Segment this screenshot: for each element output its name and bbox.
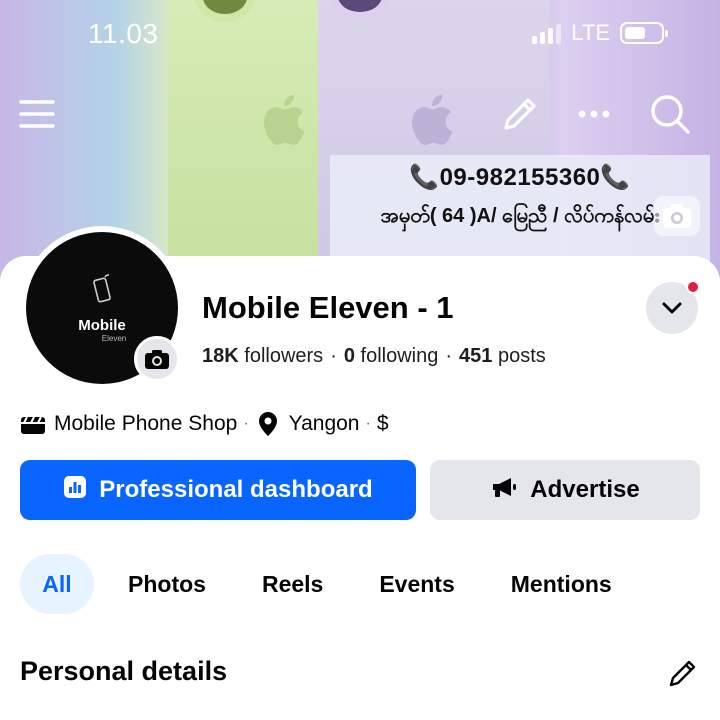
promo-address: အမှတ်( 64 )A/ မြေညီ / လိပ်ကန်လမ်း [380,205,660,227]
camera-icon [663,204,691,228]
more-icon[interactable] [574,92,618,136]
posts-stat[interactable]: 451 posts [459,345,546,367]
cover-promo-banner: 📞09-982155360📞 အမှတ်( 64 )A/ မြေညီ / လိပ… [330,155,710,265]
page-category[interactable]: Mobile Phone Shop [54,412,237,436]
tab-mentions[interactable]: Mentions [489,554,634,614]
professional-dashboard-label: Professional dashboard [99,476,373,503]
camera-icon [145,350,169,369]
avatar-logo-icon [85,273,119,315]
signal-icon [532,22,562,44]
bar-chart-icon [63,475,87,506]
page-location[interactable]: Yangon [289,412,360,436]
pencil-icon[interactable] [498,92,542,136]
battery-icon [620,22,668,44]
search-icon[interactable] [648,92,692,136]
page-title: Mobile Eleven - 1 [202,290,454,325]
following-stat[interactable]: 0 following [344,345,439,367]
apple-logo-icon [262,90,314,163]
avatar-brand: Mobile [78,317,126,334]
status-time: 11.03 [88,18,159,49]
profile-tabs: All Photos Reels Events Mentions [20,554,634,614]
menu-icon[interactable] [16,92,60,136]
network-label: LTE [571,20,610,45]
avatar-sub: Eleven [101,334,127,343]
cover-camera-button[interactable] [654,196,700,236]
promo-phone-number: 📞09-982155360📞 [409,164,631,191]
tab-events[interactable]: Events [357,554,476,614]
apple-logo-icon [410,90,462,163]
personal-details-heading: Personal details [20,656,228,686]
tab-reels[interactable]: Reels [240,554,345,614]
location-pin-icon [255,411,281,437]
pencil-icon[interactable] [666,656,700,690]
advertise-button[interactable]: Advertise [430,460,700,520]
followers-stat[interactable]: 18K followers [202,345,323,367]
tab-photos[interactable]: Photos [106,554,228,614]
clapperboard-icon [20,411,46,437]
avatar-camera-button[interactable] [134,336,180,382]
page-meta: Mobile Phone Shop · Yangon · $ [20,411,389,437]
advertise-label: Advertise [530,476,640,503]
megaphone-icon [490,475,518,506]
notification-dot [686,280,700,294]
professional-dashboard-button[interactable]: Professional dashboard [20,460,416,520]
status-indicators: LTE [532,20,668,46]
tab-all[interactable]: All [20,554,94,614]
page-price-range: $ [376,412,389,435]
chevron-down-icon [662,302,682,314]
profile-stats: 18K followers · 0 following · 451 posts [202,345,546,367]
